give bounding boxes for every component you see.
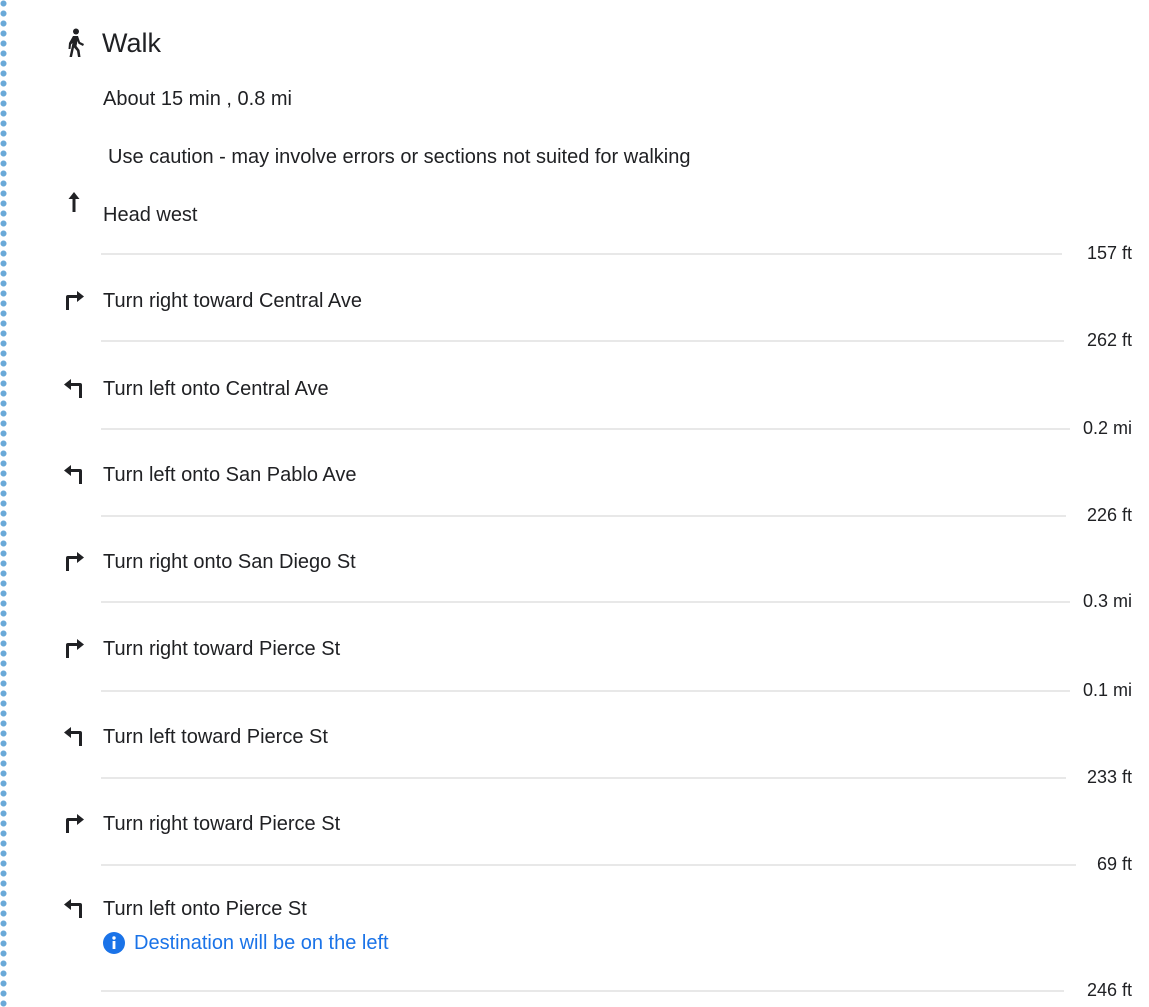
turn-left-icon (62, 896, 86, 920)
step-divider (101, 253, 1062, 255)
step-distance: 0.3 mi (1082, 591, 1132, 611)
step-instruction: Turn left toward Pierce St (103, 726, 328, 748)
step-distance: 157 ft (1086, 243, 1132, 263)
step-divider (101, 515, 1066, 517)
step-divider (101, 601, 1070, 603)
step-divider (101, 428, 1070, 430)
step-divider (101, 864, 1076, 866)
trip-summary: About 15 min , 0.8 mi (103, 88, 292, 110)
walking-directions-panel: Walk About 15 min , 0.8 mi Use caution -… (0, 0, 1149, 1007)
turn-left-icon (62, 462, 86, 486)
direction-step[interactable]: Head west 157 ft (0, 192, 1149, 290)
info-icon (103, 932, 125, 954)
step-instruction: Turn left onto Central Ave (103, 378, 329, 400)
step-divider (101, 690, 1070, 692)
turn-right-icon (62, 636, 86, 660)
step-divider (101, 340, 1064, 342)
step-instruction: Head west (103, 204, 198, 226)
step-distance: 226 ft (1086, 505, 1132, 525)
turn-left-icon (62, 724, 86, 748)
direction-step[interactable]: Turn right toward Central Ave 262 ft (0, 288, 1149, 376)
walk-title: Walk (102, 28, 161, 58)
direction-step[interactable]: Turn right onto San Diego St 0.3 mi (0, 549, 1149, 637)
step-instruction: Turn right toward Central Ave (103, 290, 363, 312)
step-distance: 246 ft (1086, 980, 1132, 1000)
pedestrian-icon (64, 26, 86, 60)
step-distance: 69 ft (1096, 854, 1132, 874)
caution-warning: Use caution - may involve errors or sect… (108, 146, 691, 168)
destination-note-text: Destination will be on the left (134, 932, 389, 954)
direction-step[interactable]: Turn left onto Central Ave 0.2 mi (0, 376, 1149, 464)
step-divider (101, 777, 1066, 779)
step-instruction: Turn left onto Pierce St (103, 898, 307, 920)
walk-header: Walk (64, 26, 161, 60)
step-divider (101, 990, 1064, 992)
direction-step[interactable]: Turn right toward Pierce St 69 ft (0, 811, 1149, 899)
step-distance: 0.1 mi (1082, 680, 1132, 700)
step-instruction: Turn right toward Pierce St (103, 638, 341, 660)
step-instruction: Turn left onto San Pablo Ave (103, 464, 357, 486)
arrow-up-icon (62, 190, 86, 214)
direction-step[interactable]: Turn left onto San Pablo Ave 226 ft (0, 462, 1149, 550)
direction-step[interactable]: Turn right toward Pierce St 0.1 mi (0, 636, 1149, 724)
turn-right-icon (62, 288, 86, 312)
turn-left-icon (62, 376, 86, 400)
turn-right-icon (62, 811, 86, 835)
step-distance: 233 ft (1086, 767, 1132, 787)
step-instruction: Turn right toward Pierce St (103, 813, 341, 835)
step-distance: 0.2 mi (1082, 418, 1132, 438)
direction-step[interactable]: Turn left toward Pierce St 233 ft (0, 724, 1149, 812)
destination-note: Destination will be on the left (103, 930, 389, 956)
turn-right-icon (62, 549, 86, 573)
step-distance: 262 ft (1086, 330, 1132, 350)
step-instruction: Turn right onto San Diego St (103, 551, 356, 573)
direction-step[interactable]: Turn left onto Pierce St Destination will… (0, 896, 1149, 1000)
